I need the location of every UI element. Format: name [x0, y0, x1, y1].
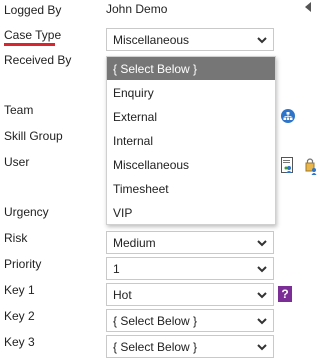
- user-label: User: [4, 155, 30, 169]
- case-type-selected-value: Miscellaneous: [113, 33, 190, 47]
- dropdown-option[interactable]: External: [107, 105, 275, 128]
- chevron-down-icon: [257, 37, 267, 44]
- case-type-active-underline: [4, 43, 55, 46]
- team-label: Team: [4, 103, 34, 117]
- key1-selected-value: Hot: [113, 288, 132, 302]
- dropdown-option-label: Miscellaneous: [113, 158, 190, 172]
- chevron-down-icon: [257, 318, 267, 325]
- help-icon[interactable]: ?: [278, 286, 292, 302]
- key2-selected-value: { Select Below }: [113, 314, 198, 328]
- dropdown-option-label: Timesheet: [113, 182, 169, 196]
- chevron-down-icon: [257, 240, 267, 247]
- priority-label: Priority: [4, 257, 42, 271]
- case-type-label: Case Type: [4, 28, 62, 42]
- collapse-triangle-icon[interactable]: [305, 2, 311, 12]
- dropdown-option[interactable]: Internal: [107, 129, 275, 152]
- dropdown-option[interactable]: Miscellaneous: [107, 153, 275, 176]
- logged-by-label: Logged By: [4, 3, 62, 17]
- dropdown-option-label: Internal: [113, 134, 154, 148]
- case-type-dropdown-list: { Select Below } Enquiry External Intern…: [106, 56, 276, 225]
- dropdown-option-label: Enquiry: [113, 86, 154, 100]
- dropdown-option[interactable]: VIP: [107, 201, 275, 224]
- case-type-select[interactable]: Miscellaneous: [106, 28, 274, 51]
- key2-select[interactable]: { Select Below }: [106, 309, 274, 332]
- risk-label: Risk: [4, 231, 28, 245]
- user-card-icon[interactable]: [281, 157, 295, 175]
- chevron-down-icon: [257, 344, 267, 351]
- team-org-icon[interactable]: [281, 109, 295, 123]
- dropdown-option[interactable]: Enquiry: [107, 81, 275, 104]
- dropdown-option[interactable]: { Select Below }: [107, 57, 275, 80]
- key3-select[interactable]: { Select Below }: [106, 335, 274, 358]
- key2-label: Key 2: [4, 309, 35, 323]
- dropdown-option-label: External: [113, 110, 158, 124]
- dropdown-option[interactable]: Timesheet: [107, 177, 275, 200]
- chevron-down-icon: [257, 266, 267, 273]
- dropdown-option-label: VIP: [113, 206, 133, 220]
- urgency-label: Urgency: [4, 205, 49, 219]
- skill-group-label: Skill Group: [4, 129, 63, 143]
- key1-select[interactable]: Hot: [106, 283, 274, 306]
- dropdown-option-label: { Select Below }: [113, 62, 198, 76]
- risk-select[interactable]: Medium: [106, 231, 274, 254]
- user-lock-icon[interactable]: [304, 157, 318, 175]
- key1-label: Key 1: [4, 283, 35, 297]
- risk-selected-value: Medium: [113, 236, 156, 250]
- logged-by-value: John Demo: [106, 2, 168, 16]
- key3-selected-value: { Select Below }: [113, 340, 198, 354]
- priority-select[interactable]: 1: [106, 257, 274, 280]
- received-by-label: Received By: [4, 53, 72, 67]
- key3-label: Key 3: [4, 335, 35, 349]
- chevron-down-icon: [257, 292, 267, 299]
- priority-selected-value: 1: [113, 262, 120, 276]
